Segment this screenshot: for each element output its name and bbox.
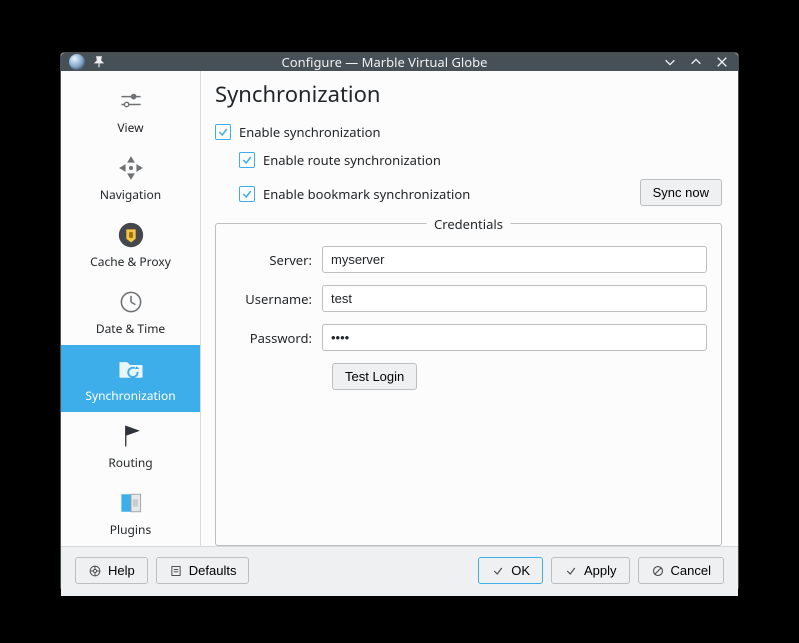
sidebar-item-navigation[interactable]: Navigation [61,144,200,211]
sidebar-item-label: View [117,119,143,136]
cache-proxy-shield-icon [115,219,147,251]
enable-route-sync-checkbox[interactable] [239,152,255,168]
enable-bookmark-sync-checkbox[interactable] [239,186,255,202]
cancel-icon [651,564,665,578]
enable-bookmark-sync-row[interactable]: Enable bookmark synchronization [239,185,470,203]
username-input[interactable] [322,285,707,312]
view-sliders-icon [115,85,147,117]
titlebar[interactable]: Configure — Marble Virtual Globe [61,53,738,71]
credentials-title: Credentials [426,215,511,233]
server-input[interactable] [322,246,707,273]
navigation-arrows-icon [115,152,147,184]
defaults-button[interactable]: Defaults [156,557,250,584]
dialog-footer: Help Defaults OK Apply [61,546,738,596]
sidebar-item-label: Cache & Proxy [90,253,171,270]
help-icon [88,564,102,578]
username-label: Username: [230,290,322,308]
ok-button[interactable]: OK [478,557,543,584]
routing-flag-icon [115,420,147,452]
password-label: Password: [230,329,322,347]
sidebar-item-plugins[interactable]: Plugins [61,479,200,546]
clock-icon [115,286,147,318]
cancel-button[interactable]: Cancel [638,557,724,584]
sidebar-item-label: Routing [108,454,152,471]
enable-sync-label: Enable synchronization [239,123,381,141]
test-login-button[interactable]: Test Login [332,363,417,390]
pin-icon[interactable] [91,54,107,70]
password-input[interactable] [322,324,707,351]
enable-sync-checkbox[interactable] [215,124,231,140]
apply-check-icon [564,564,578,578]
sidebar: View Navigation [61,71,201,546]
minimize-icon[interactable] [662,54,678,70]
configure-window: Configure — Marble Virtual Globe [60,52,739,591]
server-label: Server: [230,251,322,269]
window-title: Configure — Marble Virtual Globe [107,53,662,71]
sidebar-item-synchronization[interactable]: Synchronization [61,345,200,412]
main-panel: Synchronization Enable synchronization E… [201,71,738,546]
sidebar-item-label: Date & Time [96,320,165,337]
apply-button[interactable]: Apply [551,557,630,584]
plugins-icon [115,487,147,519]
sidebar-item-view[interactable]: View [61,77,200,144]
sync-now-button[interactable]: Sync now [640,179,722,206]
page-title: Synchronization [215,79,722,109]
ok-check-icon [491,564,505,578]
sidebar-item-label: Plugins [110,521,151,538]
close-icon[interactable] [714,54,730,70]
maximize-icon[interactable] [688,54,704,70]
enable-route-sync-row[interactable]: Enable route synchronization [239,151,722,169]
credentials-group: Credentials Server: Username: Password: … [215,223,722,546]
sidebar-item-date-time[interactable]: Date & Time [61,278,200,345]
app-globe-icon [69,54,85,70]
sidebar-item-label: Synchronization [85,387,175,404]
help-button[interactable]: Help [75,557,148,584]
sidebar-item-routing[interactable]: Routing [61,412,200,479]
enable-sync-row[interactable]: Enable synchronization [215,123,722,141]
sidebar-item-label: Navigation [100,186,161,203]
sidebar-item-cache-proxy[interactable]: Cache & Proxy [61,211,200,278]
defaults-icon [169,564,183,578]
enable-route-sync-label: Enable route synchronization [263,151,441,169]
sync-folder-icon [115,353,147,385]
enable-bookmark-sync-label: Enable bookmark synchronization [263,185,470,203]
